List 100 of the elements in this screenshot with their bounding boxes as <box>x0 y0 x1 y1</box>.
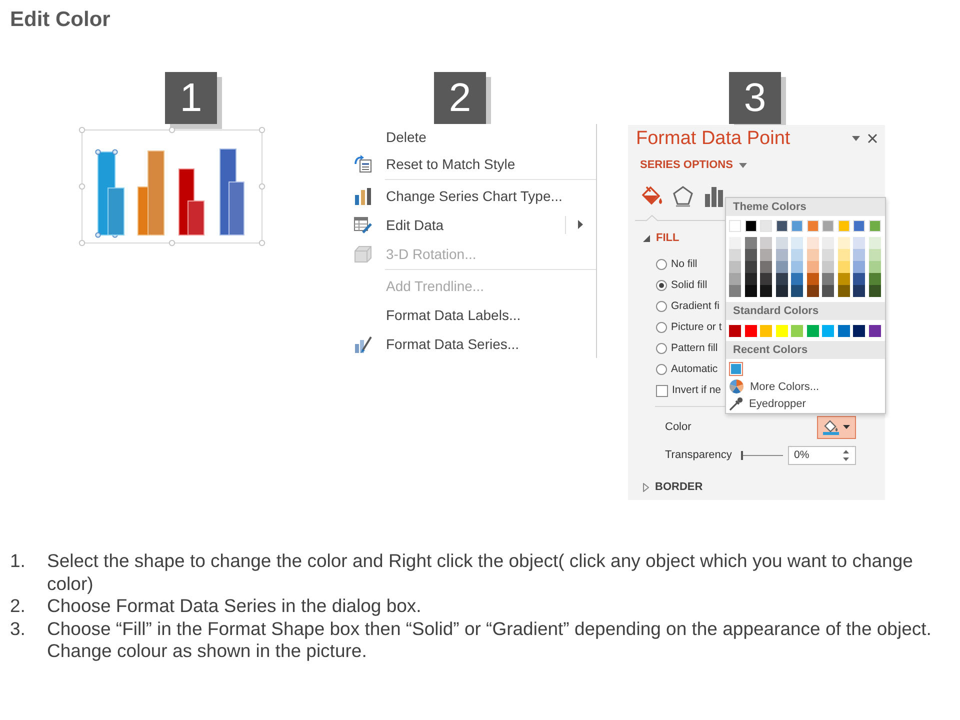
option-label[interactable]: Gradient fi <box>671 300 720 313</box>
color-swatch[interactable] <box>729 285 741 297</box>
color-swatch[interactable] <box>838 285 850 297</box>
series-options-button[interactable]: SERIES OPTIONS <box>640 158 747 172</box>
color-swatch[interactable] <box>838 273 850 285</box>
caret-down-icon[interactable] <box>852 136 860 141</box>
color-swatch[interactable] <box>776 261 788 273</box>
color-swatch[interactable] <box>791 273 804 285</box>
color-swatch[interactable] <box>729 237 741 249</box>
color-swatch[interactable] <box>760 261 772 273</box>
color-swatch[interactable] <box>806 285 819 297</box>
color-swatch[interactable] <box>868 261 881 273</box>
color-swatch[interactable] <box>744 237 757 249</box>
color-swatch[interactable] <box>744 285 757 297</box>
color-swatch[interactable] <box>868 220 881 232</box>
more-colors-button[interactable]: More Colors... <box>726 378 885 395</box>
eyedropper-button[interactable]: Eyedropper <box>726 395 885 413</box>
color-picker-button[interactable] <box>817 416 856 438</box>
color-swatch[interactable] <box>776 249 788 261</box>
color-swatch[interactable] <box>730 363 742 375</box>
color-swatch[interactable] <box>822 285 834 297</box>
color-swatch[interactable] <box>760 237 772 249</box>
color-swatch[interactable] <box>838 261 850 273</box>
radio-button[interactable] <box>656 364 667 375</box>
menu-item[interactable]: Edit Data <box>345 210 596 239</box>
color-swatch[interactable] <box>806 273 819 285</box>
option-label[interactable]: Picture or t <box>671 321 722 334</box>
color-swatch[interactable] <box>853 273 866 285</box>
color-swatch[interactable] <box>838 325 850 337</box>
menu-item[interactable]: Format Data Series... <box>345 329 596 358</box>
color-swatch[interactable] <box>729 273 741 285</box>
menu-item[interactable]: Delete <box>345 124 596 149</box>
color-swatch[interactable] <box>838 220 850 232</box>
option-label[interactable]: Automatic <box>671 363 718 376</box>
radio-button[interactable] <box>656 259 667 270</box>
color-swatch[interactable] <box>744 261 757 273</box>
color-swatch[interactable] <box>760 273 772 285</box>
color-swatch[interactable] <box>838 249 850 261</box>
menu-item[interactable]: Change Series Chart Type... <box>345 181 596 210</box>
color-swatch[interactable] <box>853 261 866 273</box>
color-swatch[interactable] <box>729 325 741 337</box>
color-swatch[interactable] <box>822 237 834 249</box>
color-swatch[interactable] <box>853 220 866 232</box>
number-field[interactable]: 0% <box>788 446 856 464</box>
color-swatch[interactable] <box>760 249 772 261</box>
radio-button[interactable] <box>656 301 667 312</box>
section-header[interactable]: FILL <box>643 228 680 248</box>
color-swatch[interactable] <box>806 261 819 273</box>
radio-button[interactable] <box>656 322 667 333</box>
color-swatch[interactable] <box>868 325 881 337</box>
color-swatch[interactable] <box>853 325 866 337</box>
radio-button[interactable] <box>656 280 667 291</box>
color-swatch[interactable] <box>822 220 834 232</box>
color-swatch[interactable] <box>791 285 804 297</box>
option-label[interactable]: Invert if ne <box>672 384 722 397</box>
color-swatch[interactable] <box>791 220 804 232</box>
radio-button[interactable] <box>656 343 667 354</box>
color-swatch[interactable] <box>822 249 834 261</box>
close-icon[interactable] <box>868 134 877 143</box>
color-swatch[interactable] <box>806 220 819 232</box>
color-swatch[interactable] <box>760 220 772 232</box>
color-swatch[interactable] <box>868 249 881 261</box>
color-swatch[interactable] <box>776 220 788 232</box>
color-swatch[interactable] <box>744 249 757 261</box>
color-swatch[interactable] <box>868 237 881 249</box>
color-swatch[interactable] <box>838 237 850 249</box>
color-swatch[interactable] <box>760 325 772 337</box>
color-swatch[interactable] <box>868 285 881 297</box>
color-swatch[interactable] <box>822 273 834 285</box>
color-swatch[interactable] <box>744 325 757 337</box>
color-swatch[interactable] <box>822 261 834 273</box>
option-label[interactable]: No fill <box>671 258 698 271</box>
color-swatch[interactable] <box>776 325 788 337</box>
color-swatch[interactable] <box>744 220 757 232</box>
color-swatch[interactable] <box>791 237 804 249</box>
color-swatch[interactable] <box>760 285 772 297</box>
color-swatch[interactable] <box>729 261 741 273</box>
menu-item[interactable]: Format Data Labels... <box>345 300 596 329</box>
color-swatch[interactable] <box>791 249 804 261</box>
color-swatch[interactable] <box>791 325 804 337</box>
color-swatch[interactable] <box>806 237 819 249</box>
color-swatch[interactable] <box>776 273 788 285</box>
color-swatch[interactable] <box>776 285 788 297</box>
color-swatch[interactable] <box>868 273 881 285</box>
spinner-icon[interactable] <box>843 450 849 460</box>
color-swatch[interactable] <box>791 261 804 273</box>
color-swatch[interactable] <box>806 325 819 337</box>
color-swatch[interactable] <box>744 273 757 285</box>
option-label[interactable]: Pattern fill <box>671 342 718 355</box>
section-header[interactable]: BORDER <box>643 477 703 497</box>
color-swatch[interactable] <box>729 249 741 261</box>
color-swatch[interactable] <box>822 325 834 337</box>
color-swatch[interactable] <box>853 249 866 261</box>
color-swatch[interactable] <box>853 285 866 297</box>
color-swatch[interactable] <box>776 237 788 249</box>
color-swatch[interactable] <box>729 220 741 232</box>
option-label[interactable]: Solid fill <box>671 279 708 292</box>
checkbox[interactable] <box>656 384 668 396</box>
color-swatch[interactable] <box>806 249 819 261</box>
menu-item[interactable]: Reset to Match Style <box>345 149 596 178</box>
